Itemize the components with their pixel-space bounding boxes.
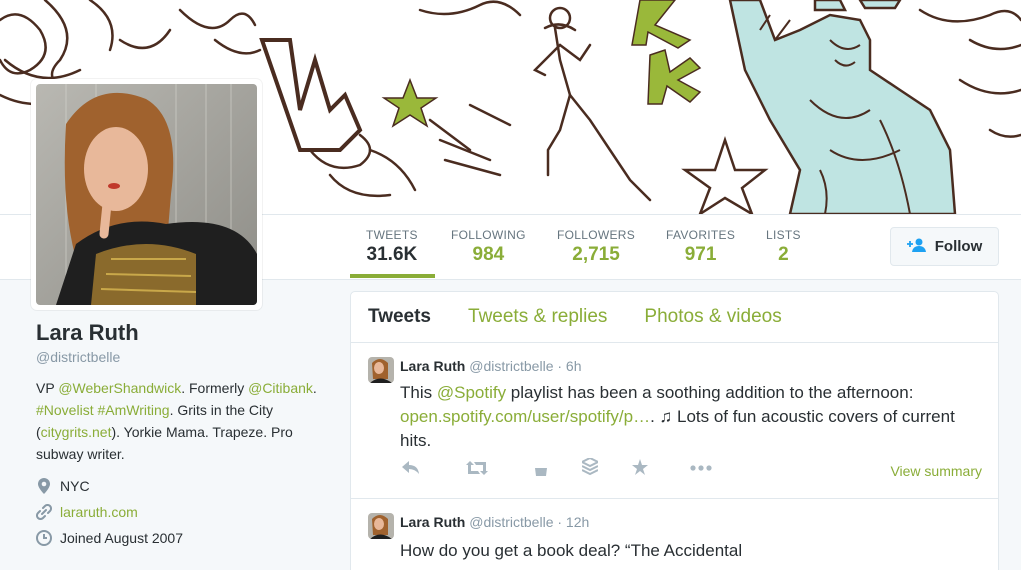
tweet-text-part: This — [400, 383, 437, 402]
avatar-photo — [36, 84, 257, 305]
add-user-icon — [906, 238, 927, 256]
profile-location: NYC — [36, 475, 336, 497]
profile-bio: VP @WeberShandwick. Formerly @Citibank. … — [36, 377, 331, 465]
tweet-avatar[interactable] — [368, 357, 394, 383]
tweet-actions: View summary — [400, 458, 982, 481]
reply-icon[interactable] — [402, 461, 420, 475]
bio-text: . — [312, 380, 317, 396]
tweet-author-handle[interactable]: @districtbelle — [469, 514, 553, 530]
tweet-text: How do you get a book deal? “The Acciden… — [400, 541, 743, 560]
tweet-author-handle[interactable]: @districtbelle — [469, 358, 553, 374]
tweet-item[interactable]: Lara Ruth @districtbelle · 12h How do yo… — [351, 499, 998, 570]
stat-label: TWEETS — [366, 228, 418, 242]
bucket-icon[interactable] — [535, 466, 547, 476]
stat-favorites[interactable]: FAVORITES 971 — [666, 228, 735, 266]
stat-value: 971 — [684, 244, 717, 265]
tweet-text: This @Spotify playlist has been a soothi… — [400, 381, 990, 453]
bio-text: VP — [36, 380, 59, 396]
bio-link-citygrits[interactable]: citygrits.net — [41, 424, 112, 440]
tweet-item[interactable]: Lara Ruth @districtbelle · 6h This @Spot… — [351, 343, 998, 499]
profile-website: lararuth.com — [36, 501, 336, 523]
view-summary-link[interactable]: View summary — [890, 463, 982, 479]
profile-name[interactable]: Lara Ruth — [36, 320, 336, 346]
stat-value: 984 — [472, 244, 505, 265]
follow-button[interactable]: Follow — [890, 227, 999, 266]
tweet-avatar[interactable] — [368, 513, 394, 539]
stat-label: FOLLOWING — [451, 228, 526, 242]
stat-following[interactable]: FOLLOWING 984 — [451, 228, 526, 266]
follow-label: Follow — [934, 238, 983, 255]
stat-label: FOLLOWERS — [557, 228, 636, 242]
joined-text: Joined August 2007 — [60, 530, 183, 546]
tweet-mention-spotify[interactable]: @Spotify — [437, 383, 506, 402]
tweet-timestamp[interactable]: · 12h — [557, 514, 589, 530]
profile-joined: Joined August 2007 — [36, 527, 336, 549]
profile-avatar[interactable] — [31, 79, 262, 310]
tweet-author-name[interactable]: Lara Ruth — [400, 514, 465, 530]
stat-label: FAVORITES — [666, 228, 736, 242]
profile-handle[interactable]: @districtbelle — [36, 349, 336, 365]
stat-tweets[interactable]: TWEETS 31.6K — [366, 228, 418, 266]
stat-label: LISTS — [766, 228, 801, 242]
tab-tweets[interactable]: Tweets — [368, 306, 431, 328]
bio-text: . Formerly — [181, 380, 249, 396]
bio-mention-citibank[interactable]: @Citibank — [248, 380, 313, 396]
more-icon[interactable] — [690, 465, 712, 471]
bio-hashtag-amwriting[interactable]: #AmWriting — [97, 402, 169, 418]
stat-value: 2,715 — [572, 244, 620, 265]
tab-photos-and-videos[interactable]: Photos & videos — [644, 306, 781, 328]
location-text: NYC — [60, 478, 90, 494]
tweet-text-part: playlist has been a soothing addition to… — [506, 383, 914, 402]
link-icon — [36, 504, 52, 520]
tweet-link[interactable]: open.spotify.com/user/spotify/p… — [400, 407, 650, 426]
tweet-author-name[interactable]: Lara Ruth — [400, 358, 465, 374]
retweet-icon[interactable] — [466, 461, 488, 475]
stat-lists[interactable]: LISTS 2 — [766, 228, 801, 266]
star-icon[interactable] — [632, 459, 648, 475]
stat-value: 2 — [778, 244, 789, 265]
bio-hashtag-novelist[interactable]: #Novelist — [36, 402, 94, 418]
location-icon — [36, 478, 52, 494]
active-stat-indicator — [350, 274, 435, 278]
tweet-header: Lara Ruth @districtbelle · 6h — [400, 358, 582, 374]
profile-card: Lara Ruth @districtbelle VP @WeberShandw… — [36, 320, 336, 549]
stat-followers[interactable]: FOLLOWERS 2,715 — [557, 228, 635, 266]
tab-tweets-and-replies[interactable]: Tweets & replies — [468, 306, 607, 328]
timeline-tabs: Tweets Tweets & replies Photos & videos — [351, 292, 998, 343]
website-link[interactable]: lararuth.com — [60, 504, 138, 520]
tweet-header: Lara Ruth @districtbelle · 12h — [400, 514, 589, 530]
stack-icon[interactable] — [582, 458, 598, 476]
stat-value: 31.6K — [366, 244, 418, 265]
calendar-icon — [36, 530, 52, 546]
bio-mention-webershandwick[interactable]: @WeberShandwick — [58, 380, 181, 396]
tweet-timestamp[interactable]: · 6h — [557, 358, 581, 374]
tweets-panel: Tweets Tweets & replies Photos & videos … — [350, 291, 999, 570]
